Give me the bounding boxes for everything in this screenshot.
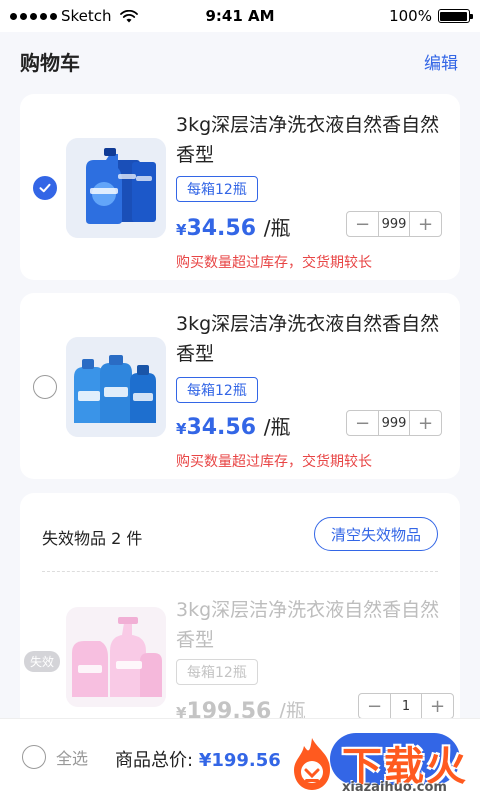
cart-item-card: 3kg深层洁净洗衣液自然香自然香型 每箱12瓶 ¥34.56 /瓶 − 999 … bbox=[20, 293, 460, 479]
detergent-bottles-image bbox=[66, 138, 166, 238]
item-checkbox[interactable] bbox=[33, 375, 57, 399]
product-price: ¥34.56 /瓶 bbox=[176, 212, 290, 241]
decrease-button[interactable]: − bbox=[347, 411, 378, 435]
total-amount: ¥199.56 bbox=[198, 750, 281, 771]
spec-tag: 每箱12瓶 bbox=[176, 377, 258, 403]
spec-tag: 每箱12瓶 bbox=[176, 176, 258, 202]
product-image[interactable] bbox=[66, 138, 166, 238]
status-right: 100% bbox=[310, 7, 473, 25]
quantity-input[interactable]: 999 bbox=[378, 411, 410, 435]
battery-icon bbox=[437, 9, 473, 23]
product-image[interactable] bbox=[66, 337, 166, 437]
battery-percent: 100% bbox=[389, 7, 432, 25]
price-value: 34.56 bbox=[186, 415, 257, 440]
page-title: 购物车 bbox=[20, 50, 80, 75]
stock-warning: 购买数量超过库存，交货期较长 bbox=[176, 454, 372, 470]
quantity-stepper: − 1 + bbox=[358, 693, 454, 719]
watermark: 下载火 xiazaihuo.com bbox=[282, 728, 480, 800]
increase-button[interactable]: + bbox=[410, 212, 441, 236]
cart-item-card: 3kg深层洁净洗衣液自然香自然香型 每箱12瓶 ¥34.56 /瓶 − 999 … bbox=[20, 94, 460, 280]
product-image bbox=[66, 607, 166, 707]
pink-detergent-image bbox=[66, 607, 166, 707]
product-price: ¥34.56 /瓶 bbox=[176, 411, 290, 440]
increase-button[interactable]: + bbox=[422, 694, 453, 718]
product-title[interactable]: 3kg深层洁净洗衣液自然香自然香型 bbox=[176, 309, 446, 369]
check-icon bbox=[39, 183, 51, 193]
carrier-label: Sketch bbox=[61, 7, 112, 25]
quantity-stepper: − 999 + bbox=[346, 211, 442, 237]
divider bbox=[42, 571, 438, 572]
price-unit: /瓶 bbox=[263, 415, 291, 439]
quantity-input[interactable]: 1 bbox=[390, 694, 422, 718]
total-price: 商品总价: ¥199.56 bbox=[115, 746, 281, 772]
fire-icon bbox=[294, 738, 330, 790]
status-bar: Sketch 9:41 AM 100% bbox=[0, 0, 480, 32]
quantity-input[interactable]: 999 bbox=[378, 212, 410, 236]
stock-warning: 购买数量超过库存，交货期较长 bbox=[176, 255, 372, 271]
increase-button[interactable]: + bbox=[410, 411, 441, 435]
detergent-bottles-image bbox=[66, 337, 166, 437]
item-checkbox[interactable] bbox=[33, 176, 57, 200]
price-value: 34.56 bbox=[186, 216, 257, 241]
select-all[interactable]: 全选 bbox=[22, 745, 88, 769]
quantity-stepper: − 999 + bbox=[346, 410, 442, 436]
invalid-items-header: 失效物品 2 件 bbox=[42, 529, 143, 548]
decrease-button[interactable]: − bbox=[347, 212, 378, 236]
currency-symbol: ¥ bbox=[176, 221, 187, 239]
wifi-icon bbox=[119, 9, 138, 22]
select-all-checkbox[interactable] bbox=[22, 745, 46, 769]
signal-icon bbox=[10, 12, 57, 20]
currency-symbol: ¥ bbox=[176, 420, 187, 438]
edit-button[interactable]: 编辑 bbox=[424, 49, 458, 74]
total-label: 商品总价: bbox=[115, 750, 194, 771]
status-left: Sketch bbox=[10, 7, 170, 25]
decrease-button[interactable]: − bbox=[359, 694, 390, 718]
status-time: 9:41 AM bbox=[205, 7, 275, 25]
invalid-items-card: 失效物品 2 件 清空失效物品 失效 3kg深层洁净洗衣液自然香自然香型 每箱1… bbox=[20, 493, 460, 753]
spec-tag: 每箱12瓶 bbox=[176, 659, 258, 685]
invalid-badge: 失效 bbox=[24, 651, 61, 672]
product-title: 3kg深层洁净洗衣液自然香自然香型 bbox=[176, 599, 440, 651]
price-unit: /瓶 bbox=[263, 216, 291, 240]
watermark-url: xiazaihuo.com bbox=[342, 780, 447, 795]
product-title[interactable]: 3kg深层洁净洗衣液自然香自然香型 bbox=[176, 110, 446, 170]
header: 购物车 编辑 bbox=[0, 32, 480, 90]
select-all-label: 全选 bbox=[56, 749, 89, 768]
clear-invalid-button[interactable]: 清空失效物品 bbox=[313, 517, 438, 551]
